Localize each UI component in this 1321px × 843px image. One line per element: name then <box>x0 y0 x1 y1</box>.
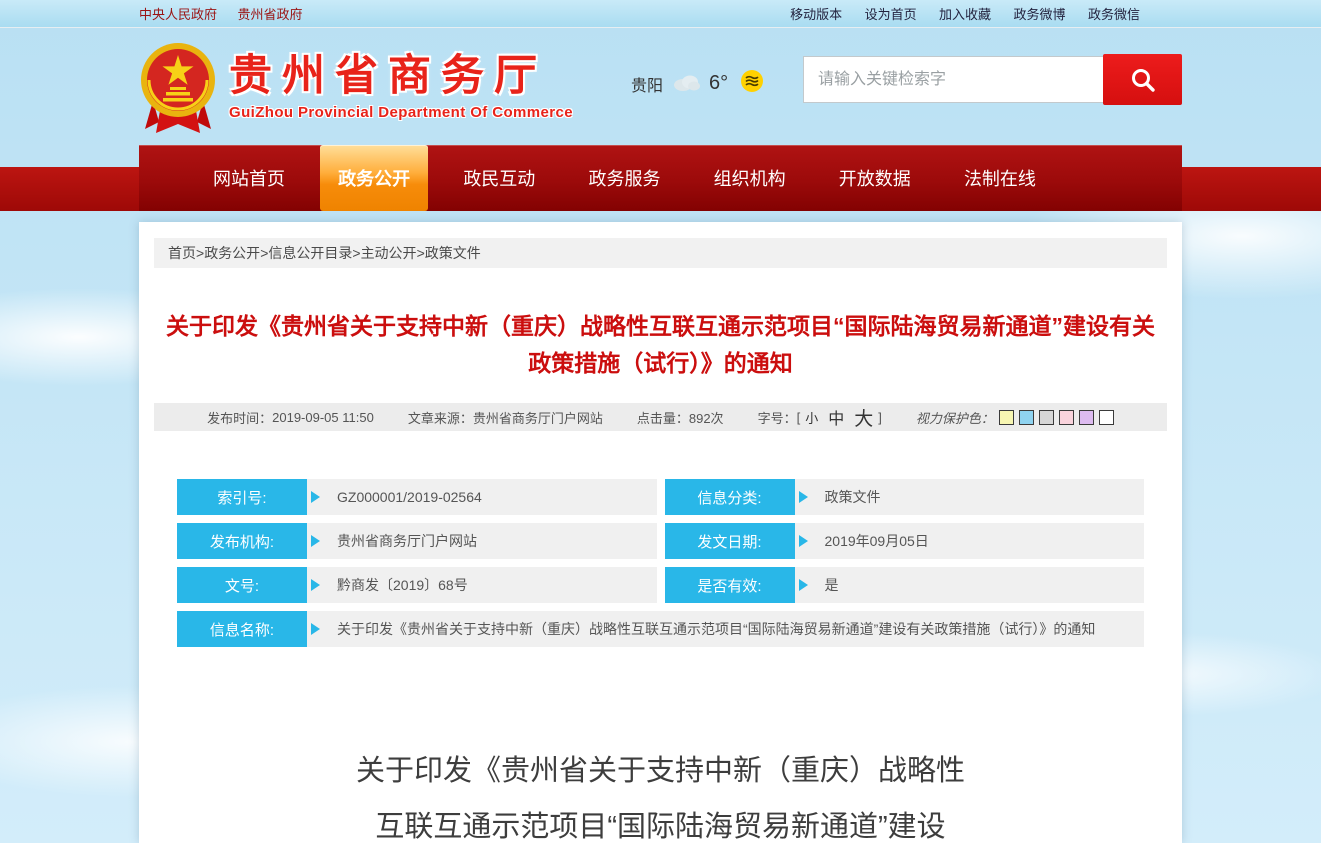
table-row: 索引号: GZ000001/2019-02564 信息分类: 政策文件 <box>177 479 1144 515</box>
site-header: 贵州省商务厅 GuiZhou Provincial Department Of … <box>0 28 1321 145</box>
nav-item-gov-info-disclosure[interactable]: 政务公开 <box>320 145 428 211</box>
weather-city-label: 贵阳 <box>631 72 663 96</box>
article-title: 关于印发《贵州省关于支持中新（重庆）战略性互联互通示范项目“国际陆海贸易新通道”… <box>157 308 1164 382</box>
publish-org-label: 发布机构: <box>177 523 307 559</box>
body-title-line-2: 互联互通示范项目“国际陆海贸易新通道”建设 <box>139 799 1182 843</box>
breadcrumb-home[interactable]: 首页 <box>168 243 196 263</box>
cloud-icon <box>671 72 701 96</box>
search-input[interactable] <box>803 56 1103 103</box>
article-meta-bar: 发布时间：2019-09-05 11:50 文章来源：贵州省商务厅门户网站 点击… <box>154 403 1167 431</box>
nav-item-gov-services[interactable]: 政务服务 <box>570 145 678 211</box>
site-title-block: 贵州省商务厅 GuiZhou Provincial Department Of … <box>229 52 573 121</box>
breadcrumb-active-disclosure[interactable]: 主动公开 <box>361 243 417 263</box>
nav-item-open-data[interactable]: 开放数据 <box>821 145 929 211</box>
info-name-label: 信息名称: <box>177 611 307 647</box>
table-row: 信息名称: 关于印发《贵州省关于支持中新（重庆）战略性互联互通示范项目“国际陆海… <box>177 611 1144 647</box>
site-title: 贵州省商务厅 <box>229 52 573 100</box>
validity-value: 是 <box>795 567 1145 603</box>
font-size-control: 字号： [ 小 中 大 ] <box>758 404 882 431</box>
document-body-title: 关于印发《贵州省关于支持中新（重庆）战略性 互联互通示范项目“国际陆海贸易新通道… <box>139 743 1182 843</box>
protect-color-blue[interactable] <box>1019 410 1034 425</box>
weather-temperature: 6° <box>709 72 728 95</box>
haze-weather-icon <box>740 69 764 98</box>
search-bar <box>803 54 1182 105</box>
topbar-link-gov-weibo[interactable]: 政务微博 <box>1014 7 1066 22</box>
info-category-label: 信息分类: <box>665 479 795 515</box>
main-navigation: 网站首页 政务公开 政民互动 政务服务 组织机构 开放数据 法制在线 <box>0 145 1321 211</box>
body-title-line-1: 关于印发《贵州省关于支持中新（重庆）战略性 <box>139 743 1182 799</box>
protect-color-gray[interactable] <box>1039 410 1054 425</box>
topbar-left-links: 中央人民政府 贵州省政府 <box>139 4 318 24</box>
breadcrumb: 首页 > 政务公开 > 信息公开目录 > 主动公开 > 政策文件 <box>154 238 1167 268</box>
main-content-panel: 首页 > 政务公开 > 信息公开目录 > 主动公开 > 政策文件 关于印发《贵州… <box>139 222 1182 843</box>
breadcrumb-separator: > <box>417 245 425 261</box>
table-row: 发布机构: 贵州省商务厅门户网站 发文日期: 2019年09月05日 <box>177 523 1144 559</box>
font-size-large-button[interactable]: 大 <box>854 404 873 431</box>
topbar-link-add-favorite[interactable]: 加入收藏 <box>939 7 991 22</box>
font-size-medium-button[interactable]: 中 <box>828 405 844 429</box>
publish-time: 发布时间：2019-09-05 11:50 <box>207 408 374 427</box>
breadcrumb-separator: > <box>196 245 204 261</box>
article-source: 文章来源：贵州省商务厅门户网站 <box>408 408 603 427</box>
topbar-link-guizhou-gov[interactable]: 贵州省政府 <box>237 7 302 22</box>
topbar-link-central-gov[interactable]: 中央人民政府 <box>139 7 217 22</box>
nav-item-legal-online[interactable]: 法制在线 <box>946 145 1054 211</box>
topbar-right-links: 移动版本 设为首页 加入收藏 政务微博 政务微信 <box>772 4 1182 24</box>
protect-color-yellow[interactable] <box>999 410 1014 425</box>
info-name-value: 关于印发《贵州省关于支持中新（重庆）战略性互联互通示范项目“国际陆海贸易新通道”… <box>307 611 1144 647</box>
site-title-english: GuiZhou Provincial Department Of Commerc… <box>229 104 573 121</box>
table-row: 文号: 黔商发〔2019〕68号 是否有效: 是 <box>177 567 1144 603</box>
protect-color-white[interactable] <box>1099 410 1114 425</box>
search-icon <box>1129 66 1157 94</box>
breadcrumb-separator: > <box>352 245 360 261</box>
breadcrumb-separator: > <box>260 245 268 261</box>
weather-widget: 贵阳 6° <box>631 69 764 98</box>
info-category-value: 政策文件 <box>795 479 1145 515</box>
font-size-small-button[interactable]: 小 <box>805 408 818 427</box>
national-emblem-logo[interactable] <box>139 41 217 137</box>
topbar-link-set-homepage[interactable]: 设为首页 <box>865 7 917 22</box>
issue-date-value: 2019年09月05日 <box>795 523 1145 559</box>
eye-protection-color-picker: 视力保护色： <box>916 408 1114 427</box>
index-number-label: 索引号: <box>177 479 307 515</box>
hit-count: 点击量：892次 <box>637 408 724 427</box>
nav-item-organization[interactable]: 组织机构 <box>696 145 804 211</box>
topbar: 中央人民政府 贵州省政府 移动版本 设为首页 加入收藏 政务微博 政务微信 <box>0 0 1321 28</box>
document-info-table: 索引号: GZ000001/2019-02564 信息分类: 政策文件 发布机构… <box>177 479 1144 647</box>
index-number-value: GZ000001/2019-02564 <box>307 479 657 515</box>
nav-item-home[interactable]: 网站首页 <box>195 145 303 211</box>
protect-color-pink[interactable] <box>1059 410 1074 425</box>
topbar-link-gov-wechat[interactable]: 政务微信 <box>1088 7 1140 22</box>
breadcrumb-gov-disclosure[interactable]: 政务公开 <box>204 243 260 263</box>
issue-date-label: 发文日期: <box>665 523 795 559</box>
validity-label: 是否有效: <box>665 567 795 603</box>
protect-color-purple[interactable] <box>1079 410 1094 425</box>
breadcrumb-policy-documents[interactable]: 政策文件 <box>425 243 481 263</box>
nav-item-public-interaction[interactable]: 政民互动 <box>445 145 553 211</box>
search-button[interactable] <box>1103 54 1182 105</box>
breadcrumb-info-catalog[interactable]: 信息公开目录 <box>268 243 352 263</box>
doc-number-value: 黔商发〔2019〕68号 <box>307 567 657 603</box>
topbar-link-mobile-version[interactable]: 移动版本 <box>790 7 842 22</box>
publish-org-value: 贵州省商务厅门户网站 <box>307 523 657 559</box>
doc-number-label: 文号: <box>177 567 307 603</box>
